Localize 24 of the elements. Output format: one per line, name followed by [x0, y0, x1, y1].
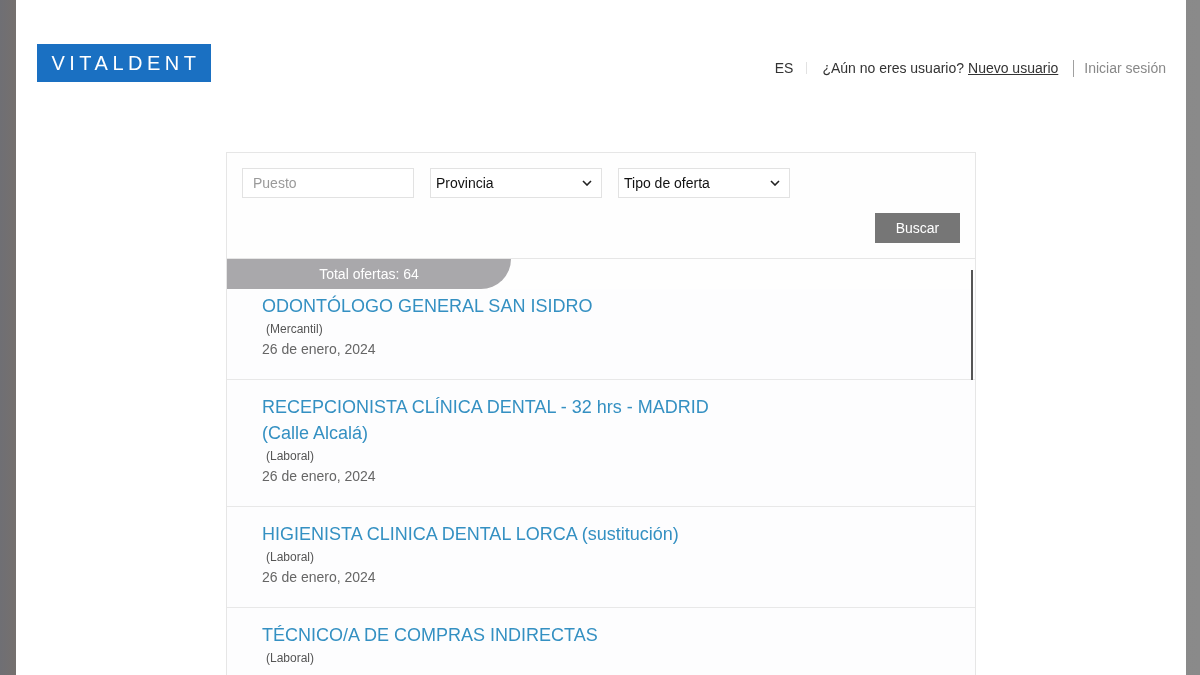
language-link[interactable]: ES — [774, 58, 794, 78]
contract-type: (Mercantil) — [266, 321, 324, 338]
total-offers-label: Total ofertas: 64 — [227, 259, 511, 289]
chevron-down-icon — [770, 180, 780, 186]
offer-title-link[interactable]: TÉCNICO/A DE COMPRAS INDIRECTAS — [262, 622, 752, 648]
logo[interactable]: VITALDENT — [37, 44, 211, 82]
login-link[interactable]: Iniciar sesión — [1084, 58, 1166, 78]
offer-date: 26 de enero, 2024 — [262, 568, 377, 587]
register-link[interactable]: Nuevo usuario — [968, 58, 1059, 78]
offer-title-link[interactable]: HIGIENISTA CLINICA DENTAL LORCA (sustitución) — [262, 521, 752, 547]
contract-type: (Laboral) — [266, 650, 316, 667]
offer-date: 26 de enero, 2024 — [262, 467, 377, 486]
offer-date: 26 de enero, 2024 — [262, 340, 377, 359]
register-prompt: ¿Aún no eres usuario? — [822, 59, 964, 78]
job-search-field[interactable]: Puesto — [242, 168, 414, 198]
contract-type: (Laboral) — [266, 549, 316, 566]
scrollbar-thumb[interactable] — [971, 270, 973, 380]
search-button[interactable]: Buscar — [875, 213, 960, 243]
dropdown-select[interactable]: Tipo de oferta — [618, 168, 790, 198]
offer-title-link[interactable]: RECEPCIONISTA CLÍNICA DENTAL - 32 hrs - MADRID (Calle Alcalá) — [262, 394, 752, 446]
contract-type: (Laboral) — [266, 448, 316, 465]
offer-title-link[interactable]: ODONTÓLOGO GENERAL SAN ISIDRO — [262, 293, 752, 319]
chevron-down-icon — [582, 180, 592, 186]
dropdown-select[interactable]: Provincia — [430, 168, 602, 198]
